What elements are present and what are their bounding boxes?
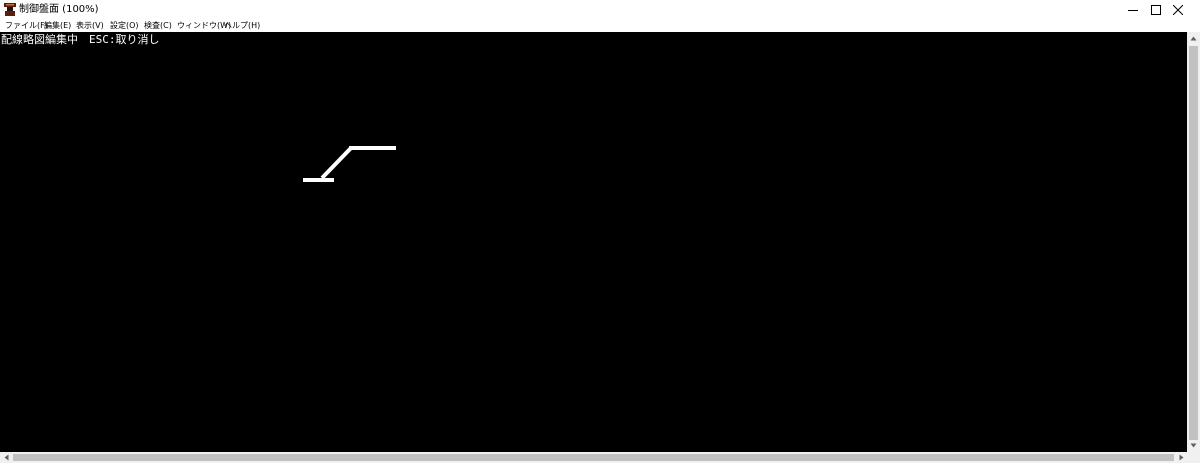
scroll-down-icon — [1190, 443, 1197, 448]
menu-bar: ファイル(F) 編集(E) 表示(V) 設定(O) 検査(C) ウィンドウ(W)… — [0, 19, 1200, 32]
menu-help[interactable]: ヘルプ(H) — [224, 19, 260, 32]
wiring-diagram — [303, 146, 396, 182]
scroll-right-button[interactable] — [1175, 452, 1187, 463]
horizontal-scroll-thumb[interactable] — [13, 454, 1174, 461]
scroll-left-button[interactable] — [0, 452, 12, 463]
wiring-diagram-canvas[interactable]: 配線略図編集中 ESC:取り消し — [0, 32, 1187, 452]
menu-file[interactable]: ファイル(F) — [5, 19, 48, 32]
vertical-scrollbar[interactable] — [1187, 32, 1200, 452]
title-bar[interactable]: 制御盤面 (100%) — [0, 0, 1200, 19]
horizontal-scrollbar[interactable] — [0, 452, 1187, 463]
close-button[interactable] — [1155, 0, 1200, 19]
scroll-down-button[interactable] — [1187, 439, 1200, 452]
scroll-up-icon — [1190, 36, 1197, 41]
scroll-up-button[interactable] — [1187, 32, 1200, 45]
window-title: 制御盤面 (100%) — [19, 4, 99, 15]
scroll-right-icon — [1179, 454, 1183, 461]
track-segment-diagonal[interactable] — [320, 146, 353, 180]
menu-inspect[interactable]: 検査(C) — [144, 19, 172, 32]
vertical-scroll-thumb[interactable] — [1189, 46, 1198, 440]
app-icon — [4, 3, 16, 16]
scroll-left-icon — [4, 454, 8, 461]
menu-edit[interactable]: 編集(E) — [44, 19, 71, 32]
close-icon — [1172, 4, 1183, 15]
scrollbar-corner — [1187, 452, 1200, 463]
menu-settings[interactable]: 設定(O) — [110, 19, 139, 32]
menu-view[interactable]: 表示(V) — [76, 19, 104, 32]
